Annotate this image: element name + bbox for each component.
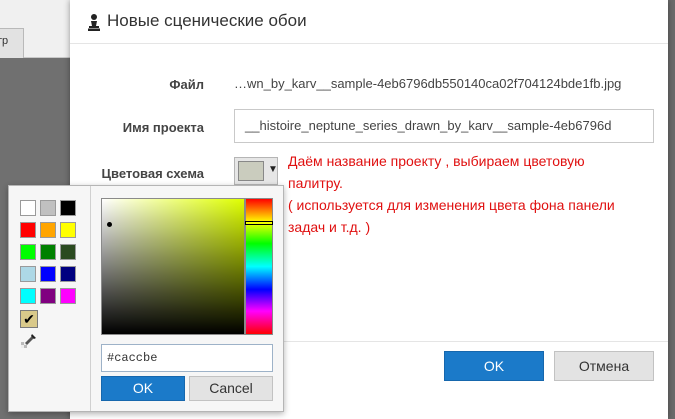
palette-swatch[interactable]	[40, 266, 56, 282]
palette-swatch[interactable]	[20, 222, 36, 238]
palette-swatch[interactable]	[20, 244, 36, 260]
palette-swatch[interactable]	[20, 288, 36, 304]
color-scheme-label: Цветовая схема	[101, 166, 204, 181]
palette-swatch[interactable]	[60, 288, 76, 304]
hex-color-input[interactable]: #caccbe	[101, 344, 273, 372]
palette-swatch[interactable]	[60, 222, 76, 238]
palette-swatch[interactable]	[20, 200, 36, 216]
background-right-edge	[668, 0, 675, 419]
background-tabbar: тр	[0, 0, 70, 58]
hue-slider[interactable]	[245, 198, 273, 335]
palette-swatch[interactable]	[20, 266, 36, 282]
dialog-header: Новые сценические обои	[70, 0, 668, 44]
palette-swatch[interactable]	[40, 200, 56, 216]
annotation-line: Даём название проекту , выбираем цветову…	[288, 153, 585, 169]
color-selector-handle[interactable]	[107, 222, 112, 227]
cancel-button[interactable]: Отмена	[554, 351, 654, 381]
project-name-label: Имя проекта	[122, 120, 204, 135]
palette-swatch[interactable]	[60, 200, 76, 216]
picker-cancel-button[interactable]: Cancel	[189, 376, 273, 401]
dropdown-arrow-icon: ▼	[268, 164, 278, 175]
palette-column: ✔	[9, 186, 91, 411]
color-picker-popup: ✔ #caccbe OK Cancel	[8, 185, 284, 412]
saturation-value-area[interactable]	[101, 198, 245, 335]
file-label: Файл	[169, 77, 204, 92]
hue-slider-handle[interactable]	[245, 221, 273, 225]
checkmark-icon[interactable]: ✔	[20, 310, 38, 328]
selected-color-swatch	[238, 161, 264, 181]
palette-swatch[interactable]	[40, 288, 56, 304]
ok-button[interactable]: OK	[444, 351, 544, 381]
palette-swatch[interactable]	[60, 244, 76, 260]
palette-swatch[interactable]	[40, 244, 56, 260]
background-tab[interactable]: тр	[0, 28, 24, 58]
file-value: …wn_by_karv__sample-4eb6796db550140ca02f…	[234, 76, 622, 91]
palette-swatch[interactable]	[40, 222, 56, 238]
dialog-title: Новые сценические обои	[107, 11, 307, 30]
annotation-line: задач и т.д. )	[288, 219, 371, 235]
annotation-text: Даём название проекту , выбираем цветову…	[288, 150, 658, 238]
palette-swatch[interactable]	[60, 266, 76, 282]
annotation-line: палитру.	[288, 175, 343, 191]
color-scheme-dropdown[interactable]: ▼	[234, 157, 278, 185]
eyedropper-icon[interactable]	[20, 331, 38, 349]
annotation-line: ( используется для изменения цвета фона …	[288, 197, 615, 213]
chess-pawn-icon	[88, 14, 100, 31]
project-name-input[interactable]: __histoire_neptune_series_drawn_by_karv_…	[234, 109, 654, 143]
picker-ok-button[interactable]: OK	[101, 376, 185, 401]
